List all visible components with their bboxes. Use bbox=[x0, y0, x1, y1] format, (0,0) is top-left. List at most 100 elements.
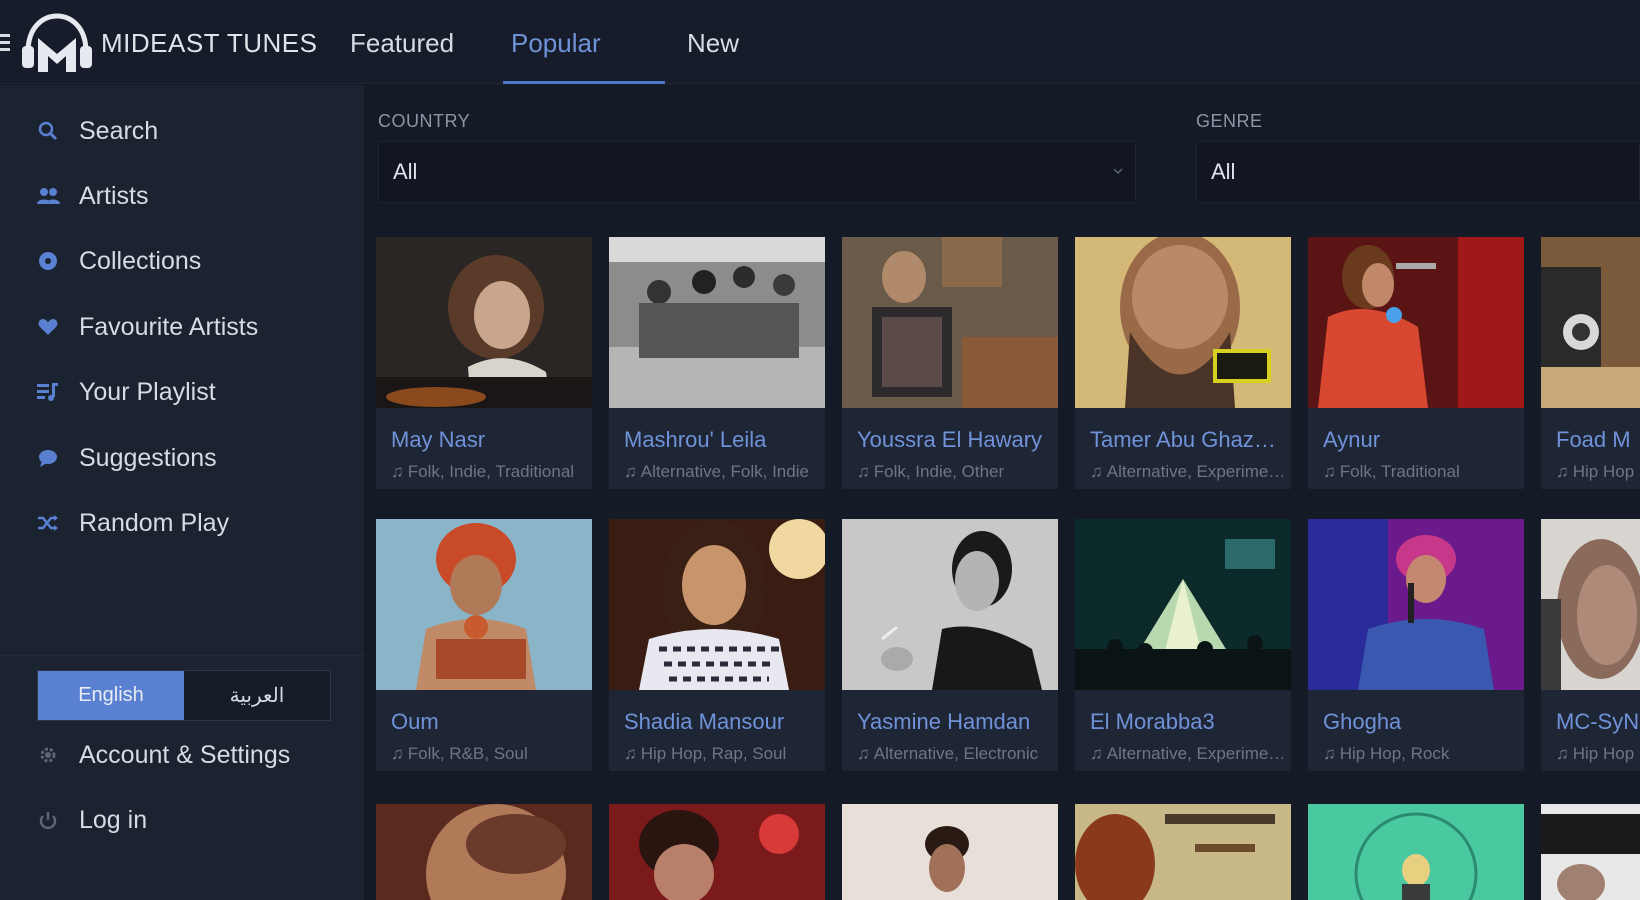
music-note-icon: ♫ bbox=[1090, 462, 1103, 481]
artist-name[interactable]: Aynur bbox=[1323, 427, 1519, 453]
genre-select-value: All bbox=[1211, 159, 1236, 184]
brand-name[interactable]: MIDEAST TUNES bbox=[101, 28, 317, 59]
artist-name[interactable]: Shadia Mansour bbox=[624, 709, 820, 735]
artist-photo bbox=[609, 237, 825, 408]
english-language-button[interactable]: English bbox=[38, 671, 184, 720]
music-note-icon: ♫ bbox=[624, 744, 637, 763]
arabic-language-button[interactable]: العربية bbox=[184, 671, 330, 720]
artist-name[interactable]: May Nasr bbox=[391, 427, 587, 453]
music-note-icon: ♫ bbox=[1556, 744, 1569, 763]
chat-bubble-icon bbox=[36, 446, 60, 470]
artist-genres: ♫ Alternative, Electronic bbox=[857, 744, 1039, 763]
artist-name[interactable]: Oum bbox=[391, 709, 587, 735]
artist-photo bbox=[1075, 804, 1291, 900]
sidebar: Search Artists Collections Favourite Art… bbox=[0, 85, 364, 900]
artist-card-partial[interactable] bbox=[1541, 804, 1640, 900]
artist-card-aynur[interactable]: Aynur ♫ Folk, Traditional bbox=[1308, 237, 1524, 489]
sidebar-item-suggestions[interactable]: Suggestions bbox=[36, 438, 356, 478]
music-note-icon: ♫ bbox=[857, 462, 870, 481]
artist-photo bbox=[1308, 237, 1524, 408]
sidebar-item-account-settings[interactable]: Account & Settings bbox=[36, 735, 356, 775]
artist-genres: ♫ Hip Hop bbox=[1556, 744, 1635, 763]
artist-name[interactable]: Youssra El Hawary bbox=[857, 427, 1053, 453]
sidebar-item-collections[interactable]: Collections bbox=[36, 241, 356, 281]
sidebar-item-label: Random Play bbox=[79, 508, 230, 537]
artist-name[interactable]: Mashrou' Leila bbox=[624, 427, 820, 453]
artist-card-partial[interactable] bbox=[1075, 804, 1291, 900]
sidebar-item-random-play[interactable]: Random Play bbox=[36, 503, 356, 543]
power-icon bbox=[36, 808, 60, 832]
sidebar-item-your-playlist[interactable]: Your Playlist bbox=[36, 372, 356, 412]
artist-name[interactable]: Tamer Abu Ghazaleh bbox=[1090, 427, 1286, 453]
artist-genres: ♫ Alternative, Experimental bbox=[1090, 462, 1286, 481]
genre-filter-label: GENRE bbox=[1196, 111, 1263, 131]
artist-photo bbox=[842, 237, 1058, 408]
artist-photo bbox=[1075, 237, 1291, 408]
artist-photo bbox=[376, 519, 592, 690]
country-select-value: All bbox=[393, 159, 418, 184]
sidebar-item-artists[interactable]: Artists bbox=[36, 176, 356, 216]
artist-card-oum[interactable]: Oum ♫ Folk, R&B, Soul bbox=[376, 519, 592, 771]
artist-card-shadia-mansour[interactable]: Shadia Mansour ♫ Hip Hop, Rap, Soul bbox=[609, 519, 825, 771]
artist-genres: ♫ Hip Hop, Rock bbox=[1323, 744, 1450, 763]
disc-icon bbox=[36, 249, 60, 273]
artist-card-mashrou-leila[interactable]: Mashrou' Leila ♫ Alternative, Folk, Indie bbox=[609, 237, 825, 489]
artist-name[interactable]: El Morabba3 bbox=[1090, 709, 1286, 735]
tab-popular[interactable]: Popular bbox=[511, 28, 601, 59]
artist-photo bbox=[376, 804, 592, 900]
artist-genres: ♫ Alternative, Folk, Indie bbox=[624, 462, 809, 481]
sidebar-item-label: Your Playlist bbox=[79, 377, 216, 406]
artist-card-ghogha[interactable]: Ghogha ♫ Hip Hop, Rock bbox=[1308, 519, 1524, 771]
music-note-icon: ♫ bbox=[391, 744, 404, 763]
gear-icon bbox=[36, 743, 60, 767]
artist-genres: ♫ Alternative, Experimental bbox=[1090, 744, 1286, 763]
artist-card-foad-m[interactable]: Foad M ♫ Hip Hop bbox=[1541, 237, 1640, 489]
artist-name[interactable]: MC-SyN bbox=[1556, 709, 1640, 735]
artist-card-partial[interactable] bbox=[842, 804, 1058, 900]
artist-photo bbox=[842, 519, 1058, 690]
country-select[interactable]: All bbox=[378, 141, 1136, 203]
genre-select[interactable]: All bbox=[1196, 141, 1640, 203]
menu-icon[interactable] bbox=[0, 34, 10, 52]
artist-name[interactable]: Ghogha bbox=[1323, 709, 1519, 735]
sidebar-item-favourite-artists[interactable]: Favourite Artists bbox=[36, 307, 356, 347]
search-icon bbox=[36, 119, 60, 143]
artist-card-el-morabba3[interactable]: El Morabba3 ♫ Alternative, Experimental bbox=[1075, 519, 1291, 771]
sidebar-item-label: Collections bbox=[79, 246, 202, 275]
artist-photo bbox=[609, 804, 825, 900]
artist-name[interactable]: Yasmine Hamdan bbox=[857, 709, 1053, 735]
artist-photo bbox=[1308, 804, 1524, 900]
artist-card-youssra-el-hawary[interactable]: Youssra El Hawary ♫ Folk, Indie, Other bbox=[842, 237, 1058, 489]
tab-new[interactable]: New bbox=[687, 28, 739, 59]
sidebar-item-label: Account & Settings bbox=[79, 740, 291, 769]
artist-card-partial[interactable] bbox=[376, 804, 592, 900]
music-note-icon: ♫ bbox=[1323, 462, 1336, 481]
music-note-icon: ♫ bbox=[624, 462, 637, 481]
artist-card-partial[interactable] bbox=[1308, 804, 1524, 900]
artist-photo bbox=[1541, 519, 1640, 690]
headphones-logo-icon[interactable] bbox=[20, 12, 94, 74]
sidebar-item-search[interactable]: Search bbox=[36, 111, 356, 151]
artist-card-yasmine-hamdan[interactable]: Yasmine Hamdan ♫ Alternative, Electronic bbox=[842, 519, 1058, 771]
artist-card-tamer-abu-ghazaleh[interactable]: Tamer Abu Ghazaleh ♫ Alternative, Experim… bbox=[1075, 237, 1291, 489]
artist-card-may-nasr[interactable]: May Nasr ♫ Folk, Indie, Traditional bbox=[376, 237, 592, 489]
artist-card-partial[interactable] bbox=[609, 804, 825, 900]
music-note-icon: ♫ bbox=[391, 462, 404, 481]
sidebar-item-label: Artists bbox=[79, 181, 149, 210]
heart-icon bbox=[36, 315, 60, 339]
sidebar-item-label: Favourite Artists bbox=[79, 312, 259, 341]
chevron-down-icon bbox=[1113, 168, 1123, 175]
artist-genres: ♫ Folk, Indie, Other bbox=[857, 462, 1005, 481]
artist-card-mc-syn[interactable]: MC-SyN ♫ Hip Hop bbox=[1541, 519, 1640, 771]
artist-photo bbox=[1308, 519, 1524, 690]
artist-genres: ♫ Folk, Indie, Traditional bbox=[391, 462, 575, 481]
artist-name[interactable]: Foad M bbox=[1556, 427, 1640, 453]
playlist-icon bbox=[36, 380, 60, 404]
tab-featured[interactable]: Featured bbox=[350, 28, 454, 59]
artist-genres: ♫ Folk, R&B, Soul bbox=[391, 744, 528, 763]
sidebar-item-label: Suggestions bbox=[79, 443, 217, 472]
active-tab-indicator bbox=[503, 81, 665, 84]
sidebar-item-label: Search bbox=[79, 116, 159, 145]
music-note-icon: ♫ bbox=[1556, 462, 1569, 481]
sidebar-item-log-in[interactable]: Log in bbox=[36, 800, 356, 840]
